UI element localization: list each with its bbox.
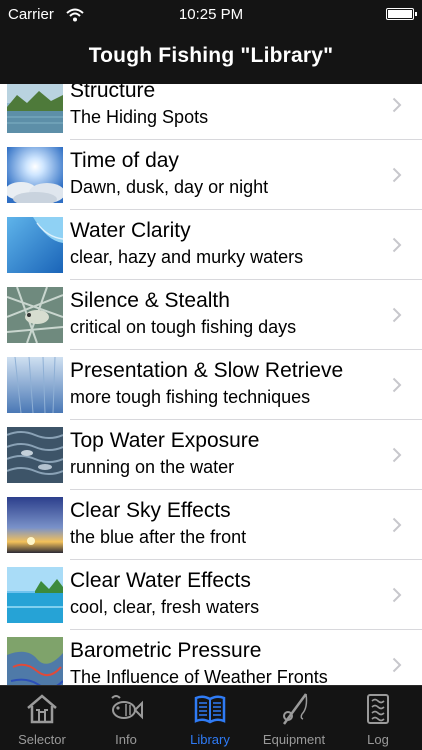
- item-subtitle: the blue after the front: [70, 527, 247, 547]
- tab-label: Selector: [18, 732, 66, 747]
- battery-icon: [386, 8, 417, 20]
- chevron-right-icon: [392, 167, 402, 183]
- item-subtitle: Dawn, dusk, day or night: [70, 177, 269, 197]
- list-item-clear-sky-effects[interactable]: Clear Sky Effects the blue after the fro…: [0, 490, 422, 560]
- item-subtitle: cool, clear, fresh waters: [70, 597, 260, 617]
- chevron-right-icon: [392, 237, 402, 253]
- tab-label: Library: [190, 732, 230, 747]
- list-item-barometric-pressure[interactable]: Barometric Pressure The Influence of Wea…: [0, 630, 422, 685]
- tab-library[interactable]: Library: [168, 686, 252, 750]
- tab-label: Equipment: [262, 732, 326, 747]
- item-subtitle: running on the water: [70, 457, 235, 477]
- item-title: Silence & Stealth: [70, 289, 230, 312]
- structure-thumbnail: [7, 84, 63, 133]
- item-title: Clear Water Effects: [70, 569, 251, 592]
- clear-water-thumbnail: [7, 567, 63, 623]
- chevron-right-icon: [392, 447, 402, 463]
- item-title: Presentation & Slow Retrieve: [70, 359, 344, 382]
- library-list: Structure The Hiding Spots Time of day D…: [0, 84, 422, 685]
- barometric-pressure-thumbnail: [7, 637, 63, 685]
- list-item-structure[interactable]: Structure The Hiding Spots: [0, 84, 422, 140]
- item-title: Structure: [70, 84, 156, 102]
- presentation-thumbnail: [7, 357, 63, 413]
- list-item-time-of-day[interactable]: Time of day Dawn, dusk, day or night: [0, 140, 422, 210]
- tab-selector[interactable]: Selector: [0, 686, 84, 750]
- list-item-top-water-exposure[interactable]: Top Water Exposure running on the water: [0, 420, 422, 490]
- tab-equipment[interactable]: Equipment: [252, 686, 336, 750]
- tab-label: Info: [115, 732, 137, 747]
- chevron-right-icon: [392, 377, 402, 393]
- item-subtitle: critical on tough fishing days: [70, 317, 297, 337]
- chevron-right-icon: [392, 307, 402, 323]
- book-icon: [194, 695, 226, 724]
- clock: 10:25 PM: [178, 6, 244, 23]
- chevron-right-icon: [392, 587, 402, 603]
- list-item-clear-water-effects[interactable]: Clear Water Effects cool, clear, fresh w…: [0, 560, 422, 630]
- silence-stealth-thumbnail: [7, 287, 63, 343]
- tab-bar: Selector Info Library Equipment Log: [0, 685, 422, 750]
- fishing-rod-icon: [282, 693, 308, 725]
- item-subtitle: The Hiding Spots: [70, 107, 209, 127]
- chevron-right-icon: [392, 657, 402, 673]
- item-title: Barometric Pressure: [70, 639, 262, 662]
- water-clarity-thumbnail: [7, 217, 63, 273]
- log-icon: [367, 694, 389, 724]
- fish-icon: [111, 695, 143, 720]
- list-item-water-clarity[interactable]: Water Clarity clear, hazy and murky wate…: [0, 210, 422, 280]
- list-item-silence-stealth[interactable]: Silence & Stealth critical on tough fish…: [0, 280, 422, 350]
- status-bar: Carrier 10:25 PM: [0, 0, 422, 30]
- top-water-thumbnail: [7, 427, 63, 483]
- page-title: Tough Fishing "Library": [88, 44, 334, 67]
- house-icon: [27, 694, 57, 724]
- item-title: Water Clarity: [70, 219, 191, 242]
- tab-info[interactable]: Info: [84, 686, 168, 750]
- item-subtitle: The Influence of Weather Fronts: [70, 667, 328, 685]
- chevron-right-icon: [392, 97, 402, 113]
- tab-log[interactable]: Log: [336, 686, 420, 750]
- list-item-presentation-slow-retrieve[interactable]: Presentation & Slow Retrieve more tough …: [0, 350, 422, 420]
- item-title: Top Water Exposure: [70, 429, 260, 452]
- clear-sky-thumbnail: [7, 497, 63, 553]
- chevron-right-icon: [392, 517, 402, 533]
- item-title: Time of day: [70, 149, 179, 172]
- tab-label: Log: [367, 732, 389, 747]
- time-of-day-thumbnail: [7, 147, 63, 203]
- item-title: Clear Sky Effects: [70, 499, 231, 522]
- item-subtitle: more tough fishing techniques: [70, 387, 311, 407]
- item-subtitle: clear, hazy and murky waters: [70, 247, 304, 267]
- navigation-bar: Tough Fishing "Library": [0, 30, 422, 84]
